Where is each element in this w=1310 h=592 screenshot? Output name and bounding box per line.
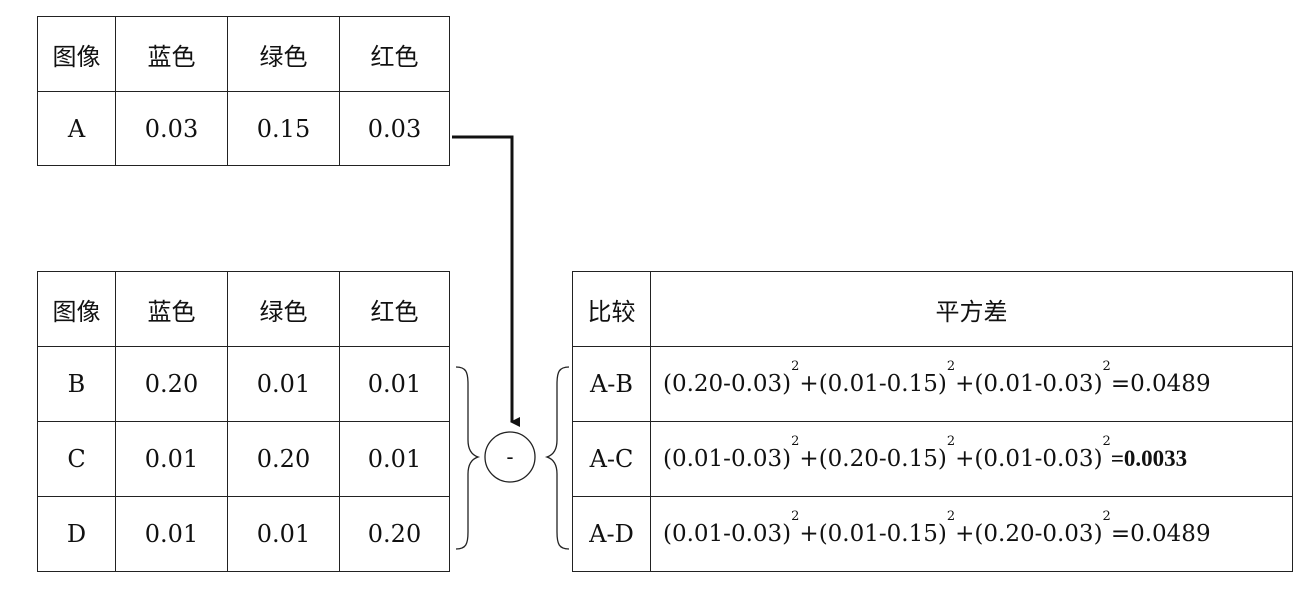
header-red: 红色 — [339, 271, 450, 347]
header-image: 图像 — [37, 271, 116, 347]
db-row-b: B 0.20 0.01 0.01 — [37, 346, 450, 422]
exponent: 2 — [791, 434, 800, 450]
cell-pair: A-C — [572, 421, 651, 497]
header-green: 绿色 — [227, 16, 340, 92]
left-brace — [455, 366, 481, 550]
exponent: 2 — [1102, 359, 1111, 375]
minus-operator: - — [506, 445, 514, 469]
cell-blue: 0.01 — [115, 421, 228, 497]
exponent: 2 — [946, 434, 956, 450]
cmp-row-ab: A-B (0.20-0.03)2+(0.01-0.15)2+(0.01-0.03… — [572, 346, 1293, 422]
cell-red: 0.20 — [339, 496, 450, 572]
exponent: 2 — [791, 359, 800, 375]
cell-image-id: D — [37, 496, 116, 572]
exponent: 2 — [1102, 434, 1111, 450]
squared-difference-formula: (0.01-0.03)2+(0.20-0.15)2+(0.01-0.03)2=0… — [650, 421, 1293, 497]
database-image-table: 图像 蓝色 绿色 红色 B 0.20 0.01 0.01 C 0.01 0.20… — [37, 271, 450, 572]
cell-image-id: B — [37, 346, 116, 422]
header-squared-difference: 平方差 — [650, 271, 1293, 347]
cell-image-id: C — [37, 421, 116, 497]
cell-blue: 0.20 — [115, 346, 228, 422]
cell-image-id: A — [37, 91, 116, 166]
cell-pair: A-B — [572, 346, 651, 422]
term-green: +(0.01-0.15) — [799, 521, 947, 547]
cell-blue: 0.03 — [115, 91, 228, 166]
cell-pair: A-D — [572, 496, 651, 572]
squared-difference-formula: (0.20-0.03)2+(0.01-0.15)2+(0.01-0.03)2=0… — [650, 346, 1293, 422]
term-red: +(0.20-0.03) — [955, 521, 1103, 547]
cell-blue: 0.01 — [115, 496, 228, 572]
cell-green: 0.15 — [227, 91, 340, 166]
term-green: +(0.01-0.15) — [799, 371, 947, 397]
result-value-minimum: =0.0033 — [1110, 446, 1188, 471]
term-blue: (0.01-0.03) — [663, 446, 792, 472]
exponent: 2 — [791, 509, 800, 525]
term-blue: (0.20-0.03) — [663, 371, 792, 397]
term-red: +(0.01-0.03) — [955, 446, 1103, 472]
arrow-connector — [452, 135, 520, 427]
term-red: +(0.01-0.03) — [955, 371, 1103, 397]
cmp-row-ac: A-C (0.01-0.03)2+(0.20-0.15)2+(0.01-0.03… — [572, 421, 1293, 497]
db-row-d: D 0.01 0.01 0.20 — [37, 496, 450, 572]
cmp-header-row: 比较 平方差 — [572, 271, 1293, 347]
term-green: +(0.20-0.15) — [799, 446, 947, 472]
cell-green: 0.01 — [227, 346, 340, 422]
exponent: 2 — [946, 509, 956, 525]
exponent: 2 — [1102, 509, 1111, 525]
cell-green: 0.01 — [227, 496, 340, 572]
header-blue: 蓝色 — [115, 271, 228, 347]
header-comparison: 比较 — [572, 271, 651, 347]
cell-red: 0.01 — [339, 346, 450, 422]
cmp-row-ad: A-D (0.01-0.03)2+(0.01-0.15)2+(0.20-0.03… — [572, 496, 1293, 572]
query-image-table: 图像 蓝色 绿色 红色 A 0.03 0.15 0.03 — [37, 16, 450, 166]
query-header-row: 图像 蓝色 绿色 红色 — [37, 16, 450, 92]
cell-red: 0.01 — [339, 421, 450, 497]
result-value: =0.0489 — [1110, 371, 1211, 397]
db-row-c: C 0.01 0.20 0.01 — [37, 421, 450, 497]
header-red: 红色 — [339, 16, 450, 92]
right-brace — [544, 366, 570, 550]
squared-difference-formula: (0.01-0.03)2+(0.01-0.15)2+(0.20-0.03)2=0… — [650, 496, 1293, 572]
cell-red: 0.03 — [339, 91, 450, 166]
query-row-a: A 0.03 0.15 0.03 — [37, 91, 450, 166]
header-green: 绿色 — [227, 271, 340, 347]
db-header-row: 图像 蓝色 绿色 红色 — [37, 271, 450, 347]
header-blue: 蓝色 — [115, 16, 228, 92]
result-value: =0.0489 — [1110, 521, 1211, 547]
squared-difference-table: 比较 平方差 A-B (0.20-0.03)2+(0.01-0.15)2+(0.… — [572, 271, 1293, 572]
header-image: 图像 — [37, 16, 116, 92]
exponent: 2 — [946, 359, 956, 375]
term-blue: (0.01-0.03) — [663, 521, 792, 547]
cell-green: 0.20 — [227, 421, 340, 497]
